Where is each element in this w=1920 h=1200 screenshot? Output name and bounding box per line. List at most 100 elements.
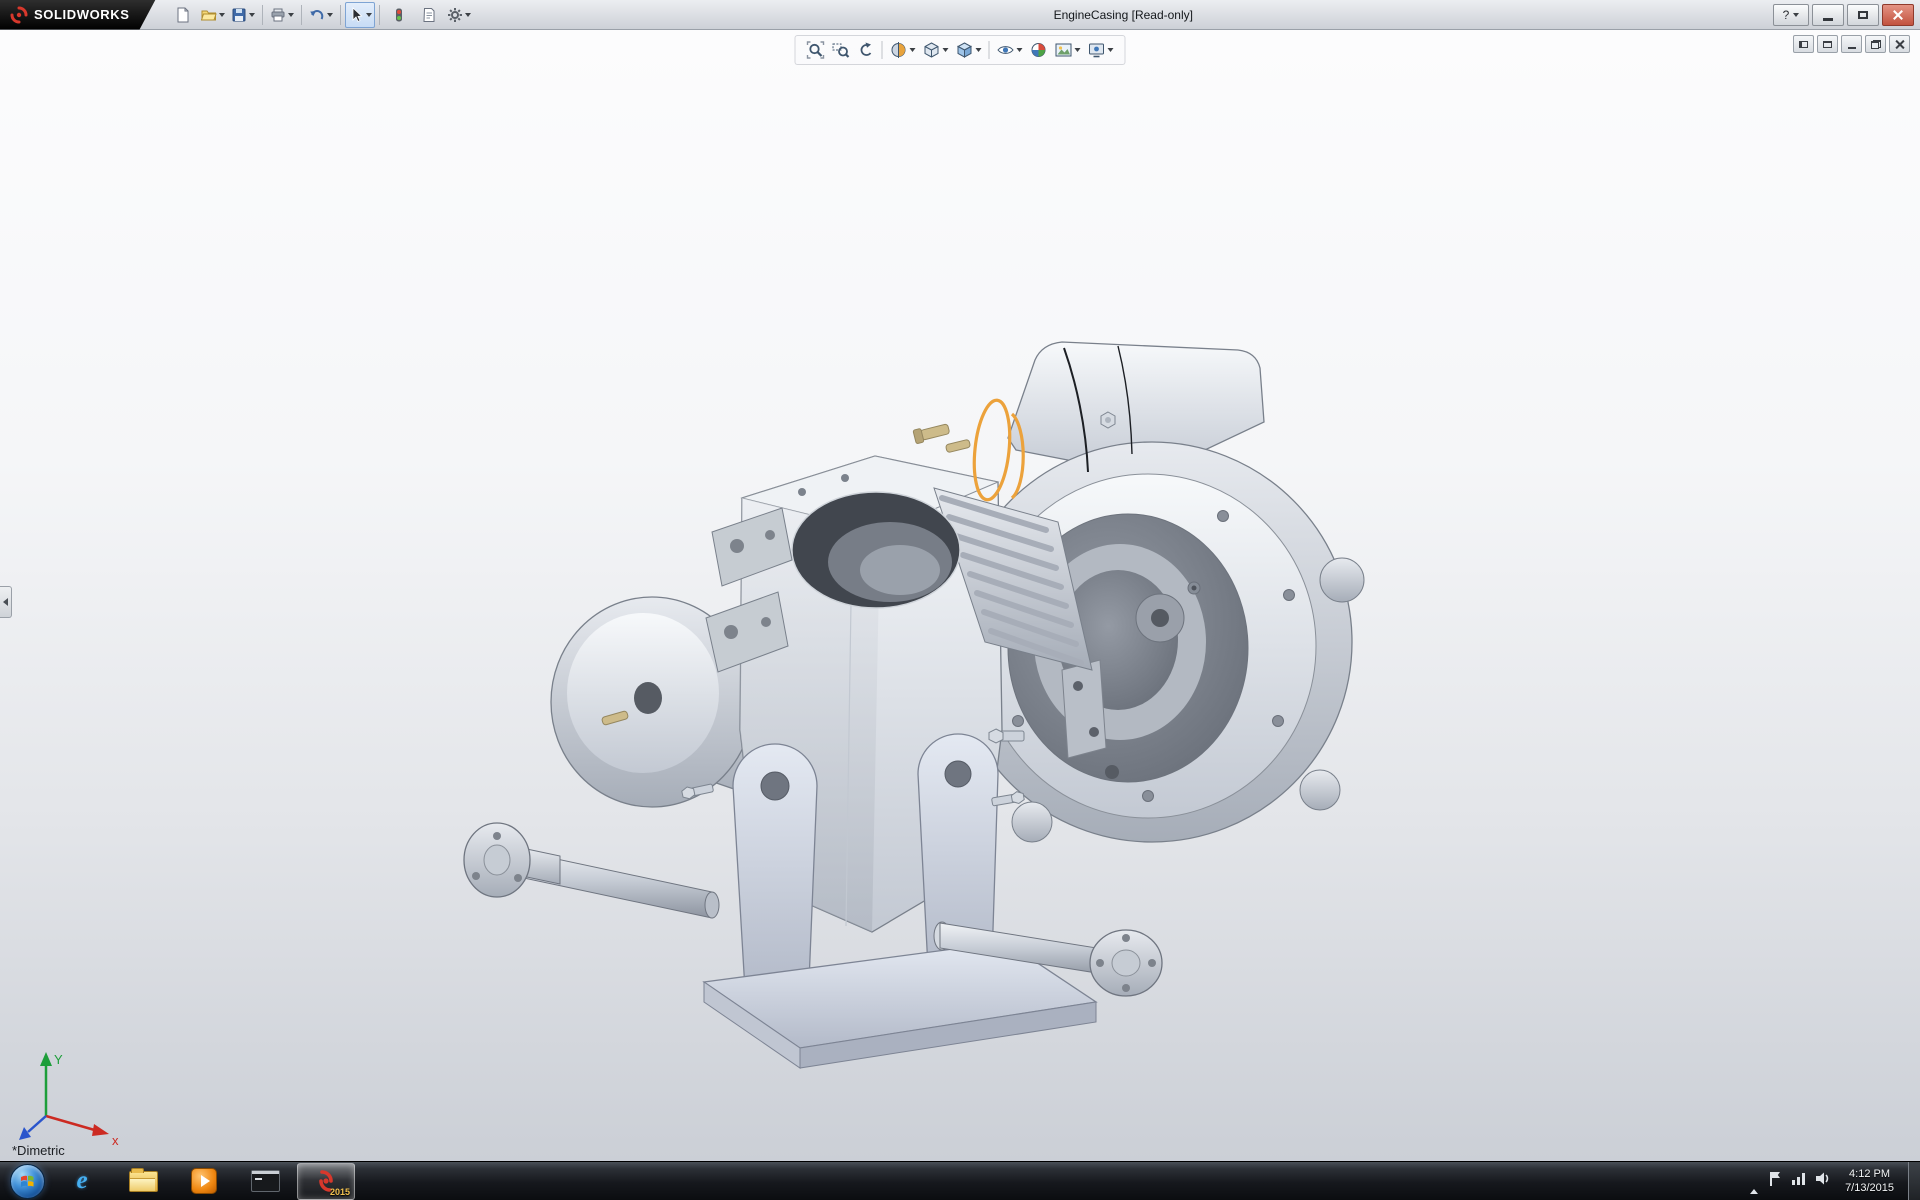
hide-show-items-dropdown-caret[interactable]: [1017, 48, 1023, 52]
minimize-document-button[interactable]: [1841, 35, 1862, 53]
taskbar-solidworks-button[interactable]: 2015: [297, 1163, 355, 1200]
start-button[interactable]: [4, 1163, 50, 1200]
restore-document-button[interactable]: [1865, 35, 1886, 53]
apply-scene-button[interactable]: [1052, 38, 1084, 62]
close-icon: [1893, 10, 1903, 20]
select-cursor-icon: [348, 7, 364, 23]
apply-scene-dropdown-caret[interactable]: [1075, 48, 1081, 52]
network-icon[interactable]: [1792, 1172, 1806, 1190]
undo-dropdown-caret[interactable]: [327, 13, 333, 17]
minimize-window-button[interactable]: [1812, 4, 1844, 26]
volume-icon[interactable]: [1816, 1172, 1831, 1190]
display-style-button[interactable]: [953, 38, 985, 62]
section-view-dropdown-caret[interactable]: [910, 48, 916, 52]
previous-view-button[interactable]: [854, 38, 878, 62]
print-icon: [270, 7, 286, 23]
windows-start-orb-icon: [10, 1164, 45, 1199]
document-title: EngineCasing [Read-only]: [476, 8, 1771, 22]
view-orientation-dropdown-caret[interactable]: [943, 48, 949, 52]
engine-casing-model[interactable]: Y x: [0, 30, 1920, 1161]
toolbar-separator: [882, 41, 883, 59]
minimize-icon: [1823, 18, 1833, 21]
zoom-to-fit-icon: [807, 41, 825, 59]
file-properties-button[interactable]: [414, 2, 444, 28]
save-dropdown-caret[interactable]: [249, 13, 255, 17]
zoom-to-area-button[interactable]: [829, 38, 853, 62]
print-dropdown-caret[interactable]: [288, 13, 294, 17]
window-pane-left-button[interactable]: [1793, 35, 1814, 53]
print-button[interactable]: [267, 2, 297, 28]
taskbar-internet-explorer-button[interactable]: e: [53, 1163, 111, 1200]
taskbar-windows-explorer-button[interactable]: [114, 1163, 172, 1200]
zoom-to-area-icon: [832, 41, 850, 59]
maximize-window-button[interactable]: [1847, 4, 1879, 26]
taskbar-media-player-button[interactable]: [175, 1163, 233, 1200]
options-button[interactable]: [444, 2, 474, 28]
solidworks-logo: SOLIDWORKS: [0, 0, 156, 30]
toolbar-separator: [262, 5, 263, 25]
orientation-triad[interactable]: Y x: [19, 1052, 119, 1148]
heads-up-view-toolbar: [795, 35, 1126, 65]
help-dropdown-caret[interactable]: [1793, 13, 1799, 17]
options-gear-icon: [447, 7, 463, 23]
view-orientation-cube-icon: [923, 41, 941, 59]
window-pane-right-icon: [1823, 41, 1832, 48]
taskbar-command-prompt-button[interactable]: [236, 1163, 294, 1200]
close-icon: [1895, 40, 1904, 49]
clock-date: 7/13/2015: [1845, 1181, 1894, 1195]
help-label: ?: [1783, 8, 1790, 22]
toolbar-separator: [301, 5, 302, 25]
taskbar: e 2015: [0, 1161, 1920, 1200]
internet-explorer-icon: e: [76, 1167, 87, 1195]
display-style-dropdown-caret[interactable]: [976, 48, 982, 52]
open-button[interactable]: [198, 2, 228, 28]
display-style-icon: [956, 41, 974, 59]
triad-y-label: Y: [54, 1052, 63, 1067]
new-document-button[interactable]: [168, 2, 198, 28]
solidworks-logo-icon: [10, 6, 28, 24]
view-orientation-button[interactable]: [920, 38, 952, 62]
section-view-icon: [890, 41, 908, 59]
taskbar-clock[interactable]: 4:12 PM 7/13/2015: [1841, 1167, 1898, 1195]
open-dropdown-caret[interactable]: [219, 13, 225, 17]
rebuild-button[interactable]: [384, 2, 414, 28]
close-document-button[interactable]: [1889, 35, 1910, 53]
select-dropdown-caret[interactable]: [366, 13, 372, 17]
section-view-button[interactable]: [887, 38, 919, 62]
close-window-button[interactable]: [1882, 4, 1914, 26]
system-tray: 4:12 PM 7/13/2015: [1742, 1162, 1920, 1200]
options-dropdown-caret[interactable]: [465, 13, 471, 17]
clock-time: 4:12 PM: [1849, 1167, 1890, 1181]
titlebar: SOLIDWORKS: [0, 0, 1920, 30]
restore-icon: [1871, 40, 1881, 49]
previous-view-icon: [857, 41, 875, 59]
save-icon: [231, 7, 247, 23]
undo-icon: [309, 7, 325, 23]
help-button[interactable]: ?: [1773, 4, 1809, 26]
window-pane-left-icon: [1799, 41, 1808, 48]
toolbar-separator: [989, 41, 990, 59]
open-icon: [201, 7, 217, 23]
hide-show-items-button[interactable]: [994, 38, 1026, 62]
model-axle-left[interactable]: [464, 823, 719, 918]
save-button[interactable]: [228, 2, 258, 28]
window-pane-right-button[interactable]: [1817, 35, 1838, 53]
view-settings-button[interactable]: [1085, 38, 1117, 62]
featuremanager-collapse-tab[interactable]: [0, 586, 12, 618]
show-hidden-icons-button[interactable]: [1750, 1172, 1758, 1190]
toolbar-separator: [340, 5, 341, 25]
chevron-left-icon: [3, 598, 8, 606]
zoom-to-fit-button[interactable]: [804, 38, 828, 62]
windows-flag-icon: [18, 1172, 36, 1190]
graphics-area[interactable]: Y x: [0, 30, 1920, 1161]
show-desktop-button[interactable]: [1908, 1162, 1920, 1200]
app-name: SOLIDWORKS: [34, 7, 130, 22]
select-button[interactable]: [345, 2, 375, 28]
action-center-flag-icon[interactable]: [1768, 1171, 1782, 1192]
view-settings-dropdown-caret[interactable]: [1108, 48, 1114, 52]
undo-button[interactable]: [306, 2, 336, 28]
edit-appearance-button[interactable]: [1027, 38, 1051, 62]
command-prompt-icon: [251, 1170, 280, 1192]
edit-appearance-sphere-icon: [1030, 41, 1048, 59]
media-player-icon: [191, 1168, 217, 1194]
